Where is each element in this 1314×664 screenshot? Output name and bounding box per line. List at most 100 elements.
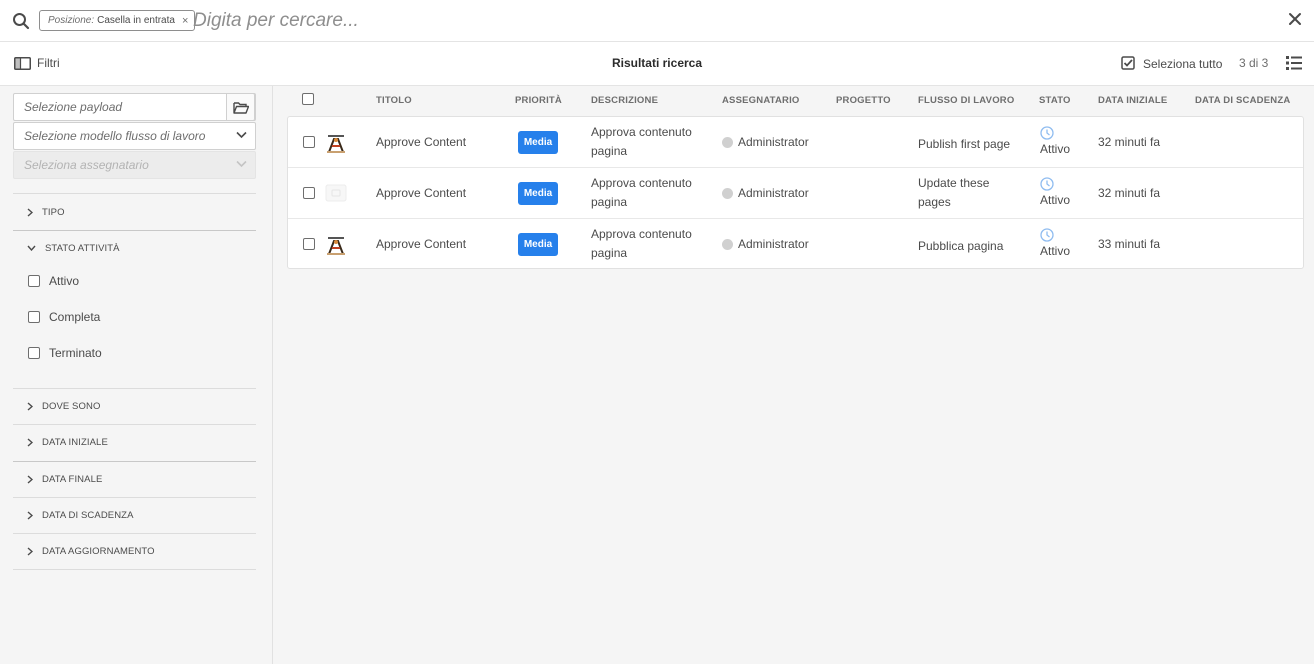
status-cell: Attivo	[1040, 228, 1080, 258]
workflow-name: Publish first page	[918, 137, 1011, 151]
accordion-label: STATO ATTIVITÀ	[45, 242, 120, 254]
assignee-name: Administrator	[738, 186, 809, 200]
status-label: Attivo	[1040, 193, 1071, 207]
task-description: Approva contenuto pagina	[591, 176, 692, 209]
accordion-data-iniziale[interactable]: DATA INIZIALE	[13, 424, 256, 460]
task-title[interactable]: Approve Content	[376, 135, 466, 149]
start-date: 32 minuti fa	[1098, 135, 1161, 149]
tag-remove-icon[interactable]: ×	[182, 15, 188, 27]
payload-field[interactable]: Selezione payload	[13, 93, 256, 121]
search-bar: Posizione: Casella in entrata ×	[0, 0, 1314, 42]
checkbox[interactable]	[28, 311, 40, 323]
accordion-data-scadenza[interactable]: DATA DI SCADENZA	[13, 497, 256, 533]
payload-browse-button[interactable]	[226, 93, 255, 121]
select-all-label: Seleziona tutto	[1143, 56, 1223, 71]
start-date: 33 minuti fa	[1098, 237, 1161, 251]
workflow-model-select[interactable]: Selezione modello flusso di lavoro	[13, 122, 256, 150]
assignee-placeholder: Seleziona assegnatario	[24, 158, 149, 172]
task-description: Approva contenuto pagina	[591, 227, 692, 260]
table-row[interactable]: Approve Content Media Approva contenuto …	[288, 168, 1303, 219]
status-cell: Attivo	[1040, 177, 1080, 207]
chevron-right-icon	[27, 401, 33, 411]
accordion-label: DATA FINALE	[42, 473, 103, 485]
chevron-right-icon	[27, 437, 33, 447]
accordion-label: TIPO	[42, 206, 65, 218]
status-label: Attivo	[1040, 244, 1071, 258]
select-all-checkbox[interactable]	[302, 93, 314, 105]
avatar	[722, 137, 733, 148]
status-option-label: Attivo	[49, 274, 80, 288]
filter-sidebar: Selezione payload Selezione modello flus…	[0, 86, 273, 664]
row-checkbox[interactable]	[303, 136, 315, 148]
assignee-name: Administrator	[738, 135, 809, 149]
column-header-priority[interactable]: PRIORITÀ	[515, 95, 562, 106]
results-toolbar: Filtri Risultati ricerca Seleziona tutto…	[0, 42, 1314, 86]
priority-badge: Media	[518, 131, 558, 154]
row-checkbox[interactable]	[303, 187, 315, 199]
accordion-data-finale[interactable]: DATA FINALE	[13, 461, 256, 497]
status-option-label: Completa	[49, 310, 101, 324]
chevron-right-icon	[27, 510, 33, 520]
status-option-label: Terminato	[49, 346, 102, 360]
task-description: Approva contenuto pagina	[591, 125, 692, 158]
accordion-dove-sono[interactable]: DOVE SONO	[13, 388, 256, 424]
list-view-icon[interactable]	[1286, 56, 1302, 70]
column-header-description[interactable]: DESCRIZIONE	[591, 95, 658, 106]
tag-value: Casella in entrata	[97, 15, 175, 26]
chevron-down-icon	[236, 131, 247, 139]
priority-badge: Media	[518, 182, 558, 205]
accordion-label: DATA DI SCADENZA	[42, 509, 134, 521]
results-table: Approve Content Media Approva contenuto …	[287, 116, 1304, 269]
column-header-title[interactable]: TITOLO	[376, 95, 412, 106]
column-header-due-date[interactable]: DATA DI SCADENZA	[1195, 95, 1290, 106]
accordion-label: DATA AGGIORNAMENTO	[42, 545, 155, 557]
table-row[interactable]: Approve Content Media Approva contenuto …	[288, 117, 1303, 168]
search-icon[interactable]	[12, 12, 30, 30]
workflow-name: Pubblica pagina	[918, 239, 1004, 253]
column-header-status[interactable]: STATO	[1039, 95, 1071, 106]
page-title: Risultati ricerca	[611, 56, 703, 70]
page-thumbnail-icon	[325, 130, 347, 154]
checkbox[interactable]	[28, 275, 40, 287]
chevron-down-icon	[27, 245, 36, 251]
column-header-assignee[interactable]: ASSEGNATARIO	[722, 95, 800, 106]
assignee-select: Seleziona assegnatario	[13, 151, 256, 179]
chevron-right-icon	[27, 474, 33, 484]
status-option-completa[interactable]: Completa	[28, 310, 100, 324]
workflow-name: Update these pages	[918, 176, 990, 209]
row-checkbox[interactable]	[303, 238, 315, 250]
location-filter-tag: Posizione: Casella in entrata ×	[39, 10, 196, 31]
status-option-attivo[interactable]: Attivo	[28, 274, 79, 288]
payload-placeholder: Selezione payload	[24, 100, 123, 114]
accordion-stato-attivita[interactable]: STATO ATTIVITÀ	[13, 230, 256, 266]
accordion-data-aggiornamento[interactable]: DATA AGGIORNAMENTO	[13, 533, 256, 569]
status-label: Attivo	[1040, 142, 1071, 156]
result-count: 3 di 3	[1239, 56, 1269, 70]
chevron-right-icon	[27, 546, 33, 556]
status-cell: Attivo	[1040, 126, 1080, 156]
filters-toggle-button[interactable]: Filtri	[14, 56, 60, 70]
column-header-workflow[interactable]: FLUSSO DI LAVORO	[918, 95, 1014, 106]
close-icon[interactable]	[1288, 12, 1302, 26]
task-title[interactable]: Approve Content	[376, 237, 466, 251]
workflow-model-placeholder: Selezione modello flusso di lavoro	[24, 129, 206, 143]
checkbox-checked-icon	[1121, 56, 1135, 70]
start-date: 32 minuti fa	[1098, 186, 1161, 200]
column-header-project[interactable]: PROGETTO	[836, 95, 891, 106]
table-row[interactable]: Approve Content Media Approva contenuto …	[288, 219, 1303, 270]
rail-icon	[14, 56, 31, 70]
filters-label: Filtri	[37, 56, 60, 70]
clock-icon	[1040, 228, 1054, 242]
divider	[13, 569, 256, 570]
chevron-down-icon	[236, 160, 247, 168]
priority-badge: Media	[518, 233, 558, 256]
clock-icon	[1040, 177, 1054, 191]
checkbox[interactable]	[28, 347, 40, 359]
select-all-button[interactable]: Seleziona tutto	[1121, 56, 1222, 71]
search-input[interactable]	[193, 7, 893, 35]
task-title[interactable]: Approve Content	[376, 186, 466, 200]
accordion-tipo[interactable]: TIPO	[13, 194, 256, 230]
column-header-start-date[interactable]: DATA INIZIALE	[1098, 95, 1167, 106]
status-option-terminato[interactable]: Terminato	[28, 346, 102, 360]
accordion-label: DATA INIZIALE	[42, 436, 108, 448]
